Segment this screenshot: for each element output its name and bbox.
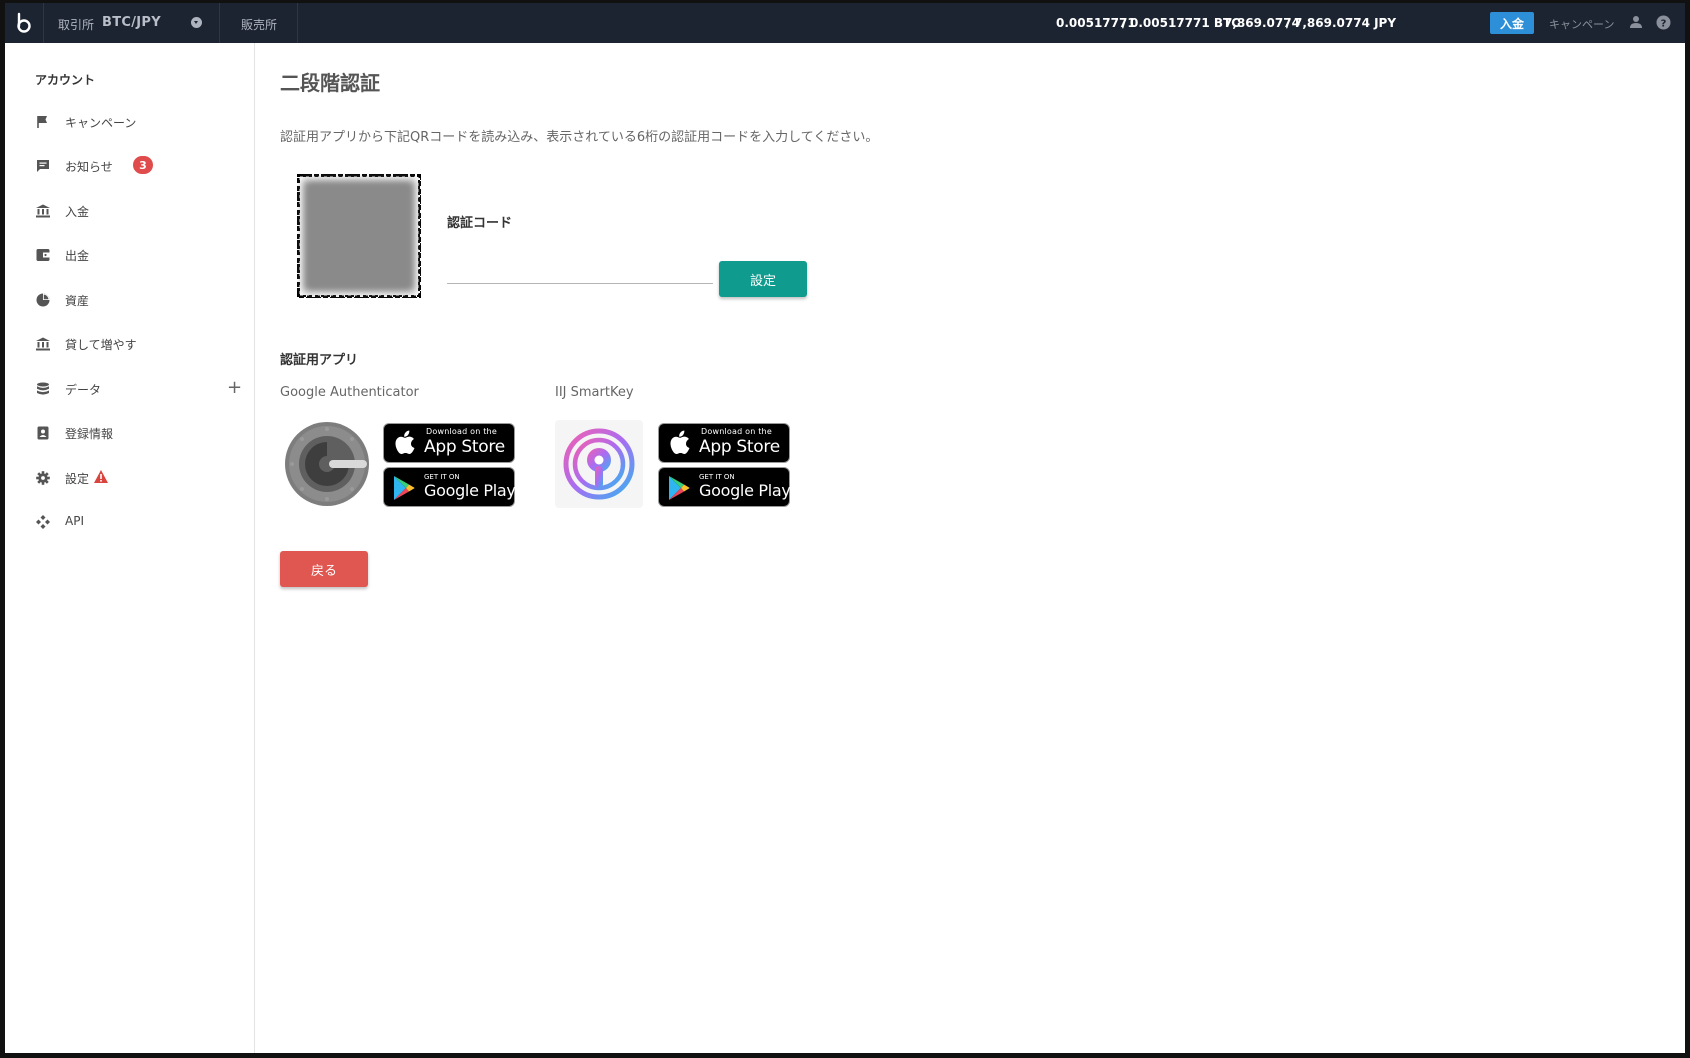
apple-icon	[670, 430, 690, 454]
qr-code-image	[296, 173, 422, 299]
sidebar-item-label: 入金	[65, 205, 90, 219]
google-play-small-text: GET IT ON	[699, 473, 735, 481]
sidebar-item-settings[interactable]: 設定	[35, 468, 245, 488]
iij-smartkey-app-store-button[interactable]: Download on the App Store	[658, 423, 790, 463]
api-icon	[36, 515, 50, 529]
google-authenticator-google-play-button[interactable]: GET IT ON Google Play	[383, 467, 516, 507]
bank-icon	[36, 337, 50, 351]
app-name-iij-smartkey: IIJ SmartKey	[555, 385, 634, 400]
sidebar-item-label: データ	[65, 383, 102, 397]
sidebar-item-data[interactable]: データ +	[35, 377, 245, 399]
app-store-big-text: App Store	[699, 437, 780, 457]
bitbank-logo-icon	[17, 12, 31, 33]
set-button[interactable]: 設定	[719, 261, 807, 297]
hanbai-label: 販売所	[241, 18, 278, 32]
google-play-big-text: Google Play	[424, 481, 516, 500]
sidebar-item-label: キャンペーン	[65, 116, 137, 130]
instructions-text: 認証用アプリから下記QRコードを読み込み、表示されている6桁の認証用コードを入力…	[280, 130, 879, 145]
back-button[interactable]: 戻る	[280, 551, 368, 587]
app-store-small-text: Download on the	[426, 427, 497, 436]
google-play-icon	[394, 476, 415, 500]
iij-smartkey-logo-icon	[555, 420, 643, 508]
market-selector[interactable]: 取引所 BTC/JPY	[43, 3, 220, 43]
sidebar-item-label: 設定	[65, 472, 90, 486]
sidebar-item-notices[interactable]: お知らせ 3	[35, 156, 245, 176]
balance-separator: /	[1122, 16, 1127, 30]
warning-icon	[94, 470, 108, 483]
sidebar-item-deposit[interactable]: 入金	[35, 201, 245, 221]
jpy-total: 7,869.0774 JPY	[1294, 16, 1397, 30]
google-play-big-text: Google Play	[699, 481, 791, 500]
chevron-down-icon[interactable]	[191, 17, 202, 28]
expand-plus-icon[interactable]: +	[227, 377, 242, 398]
sidebar-item-label: 貸して増やす	[65, 338, 137, 352]
flag-icon	[37, 116, 47, 128]
notification-badge: 3	[133, 156, 153, 174]
auth-code-label: 認証コード	[447, 216, 513, 231]
hanbai-link[interactable]: 販売所	[219, 3, 298, 43]
database-icon	[37, 382, 49, 395]
pie-chart-icon	[36, 293, 50, 307]
sidebar-item-label: 登録情報	[65, 427, 114, 441]
sidebar-item-label: API	[65, 514, 84, 528]
bank-icon	[36, 204, 50, 218]
app-name-google-authenticator: Google Authenticator	[280, 385, 419, 400]
logo[interactable]	[5, 3, 44, 43]
auth-apps-header: 認証用アプリ	[280, 353, 359, 368]
sidebar-item-label: 資産	[65, 294, 90, 308]
sidebar-item-label: 出金	[65, 249, 90, 263]
svg-text:?: ?	[1661, 19, 1667, 30]
google-authenticator-logo-icon	[283, 420, 371, 508]
sidebar-item-lending[interactable]: 貸して増やす	[35, 334, 245, 354]
auth-code-input[interactable]	[447, 259, 713, 284]
sidebar-item-label: お知らせ	[65, 160, 113, 174]
main-content: 二段階認証 認証用アプリから下記QRコードを読み込み、表示されている6桁の認証用…	[255, 43, 1685, 1053]
google-play-small-text: GET IT ON	[424, 473, 460, 481]
wallet-icon	[36, 249, 50, 261]
app-store-small-text: Download on the	[701, 427, 772, 436]
sidebar-item-registration[interactable]: 登録情報	[35, 423, 245, 443]
balance-separator: /	[1286, 16, 1291, 30]
sidebar-item-withdraw[interactable]: 出金	[35, 245, 245, 265]
message-icon	[37, 160, 49, 172]
app-store-big-text: App Store	[424, 437, 505, 457]
currency-pair: BTC/JPY	[102, 15, 161, 30]
sidebar: アカウント キャンペーン お知らせ 3 入金 出金 資産 貸して増やす データ …	[5, 43, 255, 1053]
apple-icon	[395, 430, 415, 454]
sidebar-item-campaign[interactable]: キャンペーン	[35, 112, 245, 132]
google-play-icon	[669, 476, 690, 500]
help-icon[interactable]: ?	[1656, 15, 1671, 34]
gear-icon	[36, 471, 50, 485]
iij-smartkey-google-play-button[interactable]: GET IT ON Google Play	[658, 467, 791, 507]
app-window: 取引所 BTC/JPY 販売所 0.00517771 / 0.00517771 …	[5, 3, 1685, 1053]
sidebar-item-api[interactable]: API	[35, 512, 245, 532]
sidebar-header: アカウント	[35, 73, 96, 87]
campaign-link[interactable]: キャンペーン	[1549, 16, 1614, 32]
market-label: 取引所	[58, 18, 95, 32]
sidebar-item-assets[interactable]: 資産	[35, 290, 245, 310]
page-title: 二段階認証	[280, 71, 380, 95]
deposit-button[interactable]: 入金	[1490, 12, 1534, 34]
user-icon[interactable]	[1629, 15, 1643, 33]
top-bar: 取引所 BTC/JPY 販売所 0.00517771 / 0.00517771 …	[5, 3, 1685, 43]
id-badge-icon	[37, 426, 49, 440]
google-authenticator-app-store-button[interactable]: Download on the App Store	[383, 423, 515, 463]
